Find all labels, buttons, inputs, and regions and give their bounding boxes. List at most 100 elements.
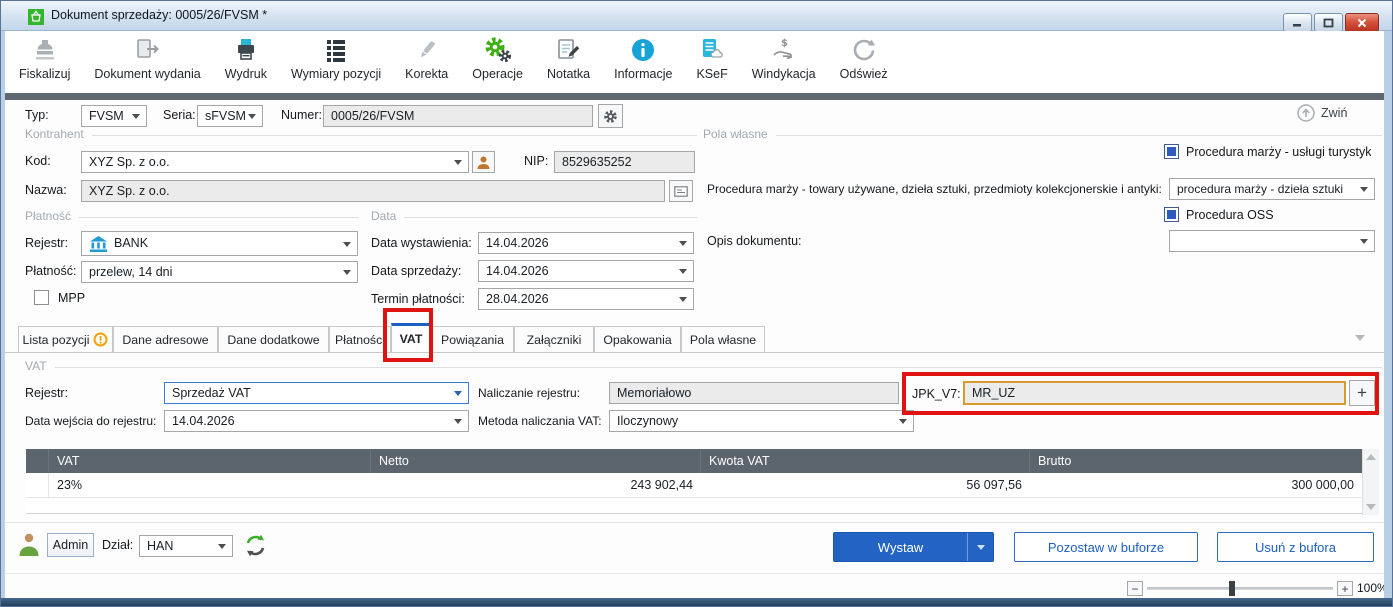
procedura-oss-checkbox[interactable] [1164,207,1179,222]
collapse-label: Zwiń [1321,106,1347,120]
tab-opakowania[interactable]: Opakowania [594,326,681,353]
toolbar: Fiskalizuj Dokument wydania Wydruk Wymia… [5,31,1388,93]
korekta-button[interactable]: Korekta [405,35,448,81]
operator-button[interactable]: Admin [47,533,94,557]
wystaw-button[interactable]: Wystaw [833,532,994,562]
ksef-button[interactable]: KSeF [696,35,727,81]
grid-scrollbar[interactable] [1362,449,1379,515]
rejestr-combo[interactable]: BANK [81,231,358,256]
grid-header-brutto[interactable]: Brutto [1030,449,1362,473]
opis-dokumentu-combo[interactable] [1169,230,1375,252]
grid-cell-vat[interactable]: 23% [49,473,371,498]
typ-select[interactable]: FVSM [81,105,147,127]
dzial-combo[interactable]: HAN [139,535,233,557]
wystaw-dropdown-arrow[interactable] [967,533,993,561]
refresh-department-button[interactable] [243,533,268,563]
zoom-slider-handle[interactable] [1229,581,1235,596]
seria-select[interactable]: sFVSM [197,105,263,127]
tab-pola-wlasne[interactable]: Pola własne [681,326,765,353]
notatka-button[interactable]: Notatka [547,35,590,81]
collapse-up-icon [1297,104,1315,122]
vat-group-header: VAT [25,359,1382,373]
odswiez-button[interactable]: Odśwież [840,35,888,81]
opis-dokumentu-label: Opis dokumentu: [707,234,802,248]
tab-vat[interactable]: VAT [391,323,431,353]
nazwa-label: Nazwa: [25,183,67,197]
window-border-right [1384,31,1392,598]
grid-cell-brutto[interactable]: 300 000,00 [1030,473,1362,498]
grid-header-netto[interactable]: Netto [371,449,701,473]
metoda-naliczania-combo[interactable]: Iloczynowy [609,410,914,432]
tab-dane-dodatkowe[interactable]: Dane dodatkowe [218,326,329,353]
statusbar-divider [5,573,1384,574]
bank-icon [89,235,108,258]
jpk-add-button[interactable]: + [1349,380,1375,406]
zoom-out-button[interactable]: − [1127,581,1143,596]
data-sprzedazy-combo[interactable]: 14.04.2026 [478,260,694,282]
jpk-v7-label: JPK_V7: [912,387,961,401]
nazwa-input[interactable]: XYZ Sp. z o.o. [81,180,665,202]
chevron-down-icon [1360,187,1368,192]
tab-lista-pozycji[interactable]: Lista pozycji [18,326,113,353]
scroll-up-icon[interactable] [1366,454,1376,460]
vat-rejestr-combo[interactable]: Sprzedaż VAT [164,382,469,404]
numer-input[interactable]: 0005/26/FVSM [323,105,593,127]
chevron-down-icon [343,270,351,275]
pozostaw-w-buforze-button[interactable]: Pozostaw w buforze [1014,532,1198,562]
tab-powiazania[interactable]: Powiązania [431,326,514,353]
collapse-button[interactable]: Zwiń [1297,104,1347,122]
windykacja-button[interactable]: $ Windykacja [752,35,816,81]
platnosc-combo[interactable]: przelew, 14 dni [81,261,358,283]
naliczanie-rejestru-input[interactable]: Memoriałowo [609,382,899,404]
document-out-icon [134,35,162,65]
seria-label: Seria: [163,108,196,122]
dokument-wydania-button[interactable]: Dokument wydania [94,35,200,81]
group-rule [55,367,1382,368]
mpp-label: MPP [58,291,85,305]
grid-cell-netto[interactable]: 243 902,44 [371,473,701,498]
procedura-marzy-towary-combo[interactable]: procedura marży - dzieła sztuki [1169,178,1375,200]
rejestr-label: Rejestr: [25,236,68,250]
zoom-slider-track[interactable] [1147,587,1333,590]
contact-person-button[interactable] [472,151,495,173]
nip-input[interactable]: 8529635252 [554,151,695,173]
informacje-button[interactable]: Informacje [614,35,672,81]
group-rule [404,217,697,218]
data-wystawienia-combo[interactable]: 14.04.2026 [478,232,694,254]
procedura-marzy-turystyka-label: Procedura marży - usługi turystyk [1186,145,1371,159]
grid-header-kwota-vat[interactable]: Kwota VAT [701,449,1030,473]
grid-row-selector[interactable] [26,473,49,498]
maximize-button[interactable] [1314,13,1343,32]
usun-z-bufora-button[interactable]: Usuń z bufora [1217,532,1374,562]
address-card-icon [674,186,688,197]
mpp-checkbox[interactable] [34,290,49,305]
platnosc-label: Płatność: [25,264,76,278]
tab-zalaczniki[interactable]: Załączniki [514,326,594,353]
nazwa-details-button[interactable] [669,180,693,202]
grid-cell-kwota-vat[interactable]: 56 097,56 [701,473,1030,498]
numer-settings-button[interactable] [598,104,623,128]
jpk-v7-input[interactable]: MR_UZ [963,381,1346,405]
termin-platnosci-combo[interactable]: 28.04.2026 [478,288,694,310]
zoom-in-button[interactable]: + [1337,581,1353,596]
tab-dane-adresowe[interactable]: Dane adresowe [113,326,218,353]
data-sprzedazy-label: Data sprzedaży: [371,264,461,278]
kod-combo[interactable]: XYZ Sp. z o.o. [81,151,469,173]
close-icon [1357,18,1367,28]
minimize-button[interactable] [1283,13,1312,32]
close-button[interactable] [1345,13,1379,32]
operacje-button[interactable]: Operacje [472,35,523,81]
procedura-oss-label: Procedura OSS [1186,208,1274,222]
naliczanie-rejestru-label: Naliczanie rejestru: [478,386,580,400]
scroll-down-icon[interactable] [1366,504,1376,510]
maximize-icon [1323,18,1334,28]
grid-header-vat[interactable]: VAT [49,449,371,473]
wymiary-pozycji-button[interactable]: Wymiary pozycji [291,35,381,81]
data-wejscia-combo[interactable]: 14.04.2026 [164,410,469,432]
tabs-overflow-chevron[interactable] [1355,335,1365,341]
wydruk-button[interactable]: Wydruk [225,35,267,81]
tab-platnosci[interactable]: Płatności [329,326,391,353]
procedura-marzy-towary-label: Procedura marży - towary używane, dzieła… [707,182,1162,196]
procedura-marzy-turystyka-checkbox[interactable] [1164,144,1179,159]
fiskalizuj-button[interactable]: Fiskalizuj [19,35,70,81]
